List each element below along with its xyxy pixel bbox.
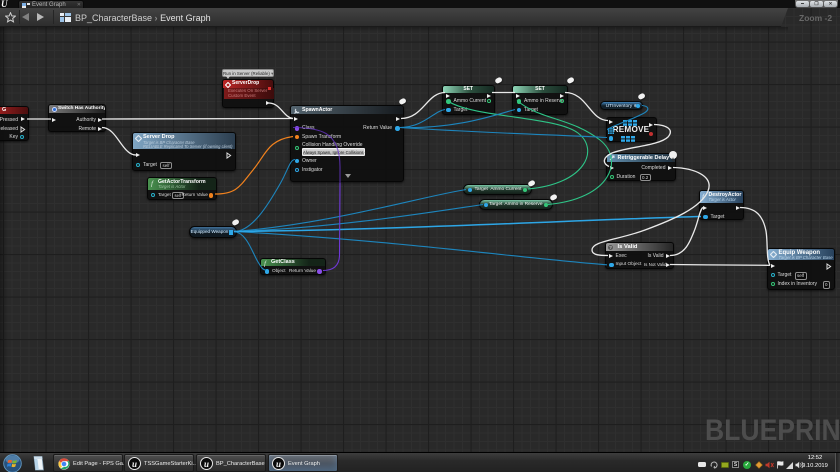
svg-text:f: f (264, 260, 267, 267)
svg-text:f: f (151, 180, 154, 187)
svg-text:f: f (702, 193, 705, 200)
